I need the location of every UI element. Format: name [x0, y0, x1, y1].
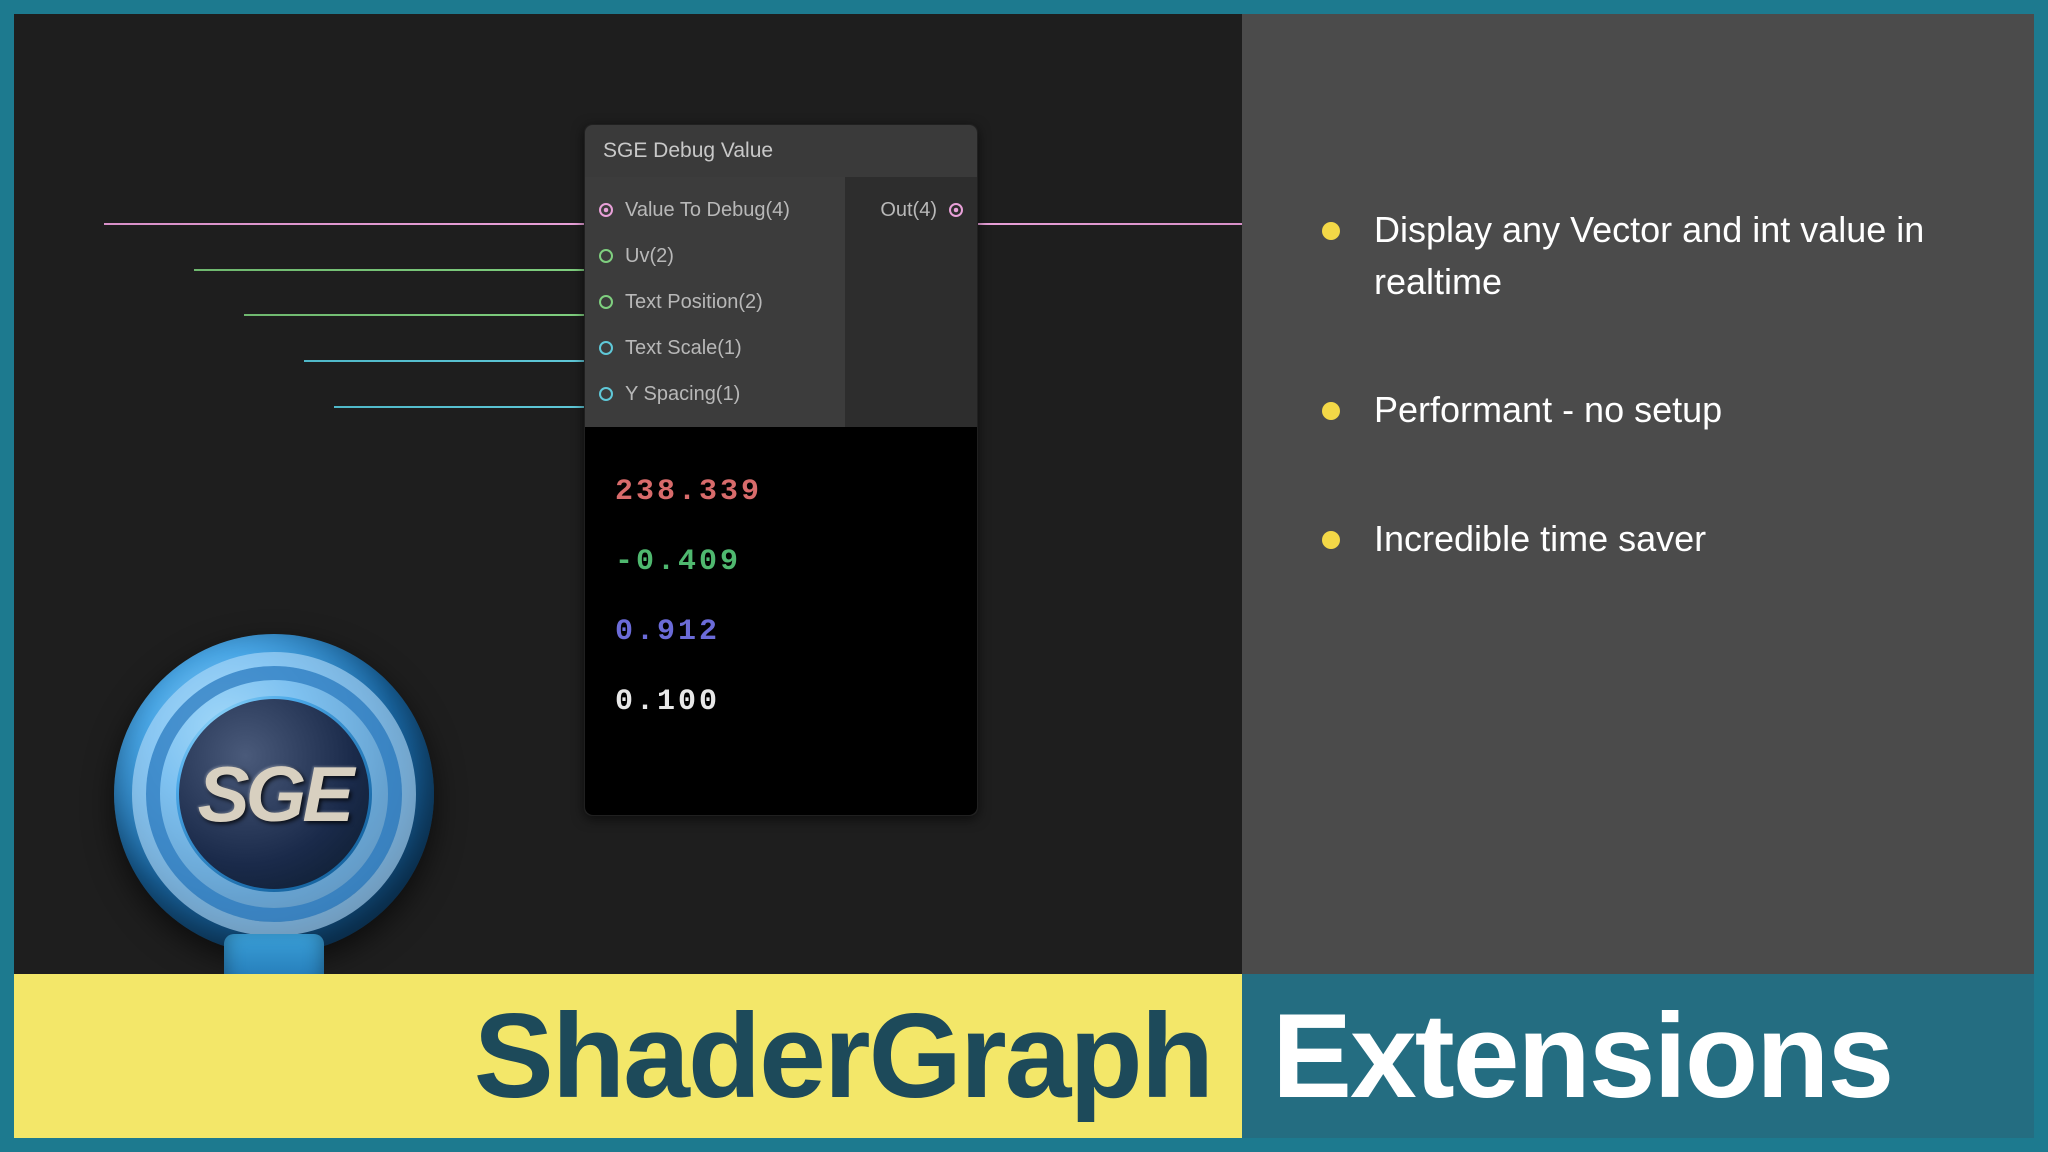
port-dot-icon[interactable] — [599, 203, 613, 217]
node-sge-debug-value[interactable]: SGE Debug Value Value To Debug(4) Uv(2) — [584, 124, 978, 816]
port-dot-icon[interactable] — [599, 295, 613, 309]
output-port-out[interactable]: Out(4) — [845, 187, 977, 233]
sge-logo: SGE — [74, 634, 474, 974]
port-label: Y Spacing(1) — [625, 383, 740, 406]
shadergraph-canvas[interactable]: SGE Debug Value Value To Debug(4) Uv(2) — [14, 14, 1242, 974]
wire-uv — [194, 269, 586, 271]
preview-value-z: 0.912 — [615, 615, 947, 649]
input-port-y-spacing[interactable]: Y Spacing(1) — [585, 371, 845, 417]
banner-left: ShaderGraph — [14, 974, 1242, 1138]
port-dot-icon[interactable] — [599, 387, 613, 401]
preview-value-y: -0.409 — [615, 545, 947, 579]
port-dot-icon[interactable] — [599, 341, 613, 355]
input-port-uv[interactable]: Uv(2) — [585, 233, 845, 279]
input-port-value-to-debug[interactable]: Value To Debug(4) — [585, 187, 845, 233]
node-title[interactable]: SGE Debug Value — [585, 125, 977, 177]
node-body: Value To Debug(4) Uv(2) Text Position(2) — [585, 177, 977, 427]
port-label: Value To Debug(4) — [625, 199, 790, 222]
port-label: Out(4) — [880, 199, 937, 222]
feature-bullet: Performant - no setup — [1322, 384, 1974, 436]
port-label: Uv(2) — [625, 245, 674, 268]
input-port-text-scale[interactable]: Text Scale(1) — [585, 325, 845, 371]
banner-word-extensions: Extensions — [1272, 987, 1892, 1125]
port-dot-icon[interactable] — [949, 203, 963, 217]
node-preview: 238.339 -0.409 0.912 0.100 — [585, 427, 977, 815]
wire-text-position — [244, 314, 586, 316]
promo-frame: SGE Debug Value Value To Debug(4) Uv(2) — [0, 0, 2048, 1152]
node-outputs: Out(4) — [845, 177, 977, 427]
input-port-text-position[interactable]: Text Position(2) — [585, 279, 845, 325]
logo-text: SGE — [179, 699, 369, 889]
wire-y-spacing — [334, 406, 586, 408]
logo-stem — [224, 934, 324, 974]
banner-right: Extensions — [1242, 974, 2034, 1138]
wire-text-scale — [304, 360, 586, 362]
port-label: Text Scale(1) — [625, 337, 742, 360]
node-inputs: Value To Debug(4) Uv(2) Text Position(2) — [585, 177, 845, 427]
feature-list-panel: Display any Vector and int value in real… — [1242, 14, 2034, 974]
feature-bullet: Display any Vector and int value in real… — [1322, 204, 1974, 308]
port-dot-icon[interactable] — [599, 249, 613, 263]
banner-word-shadergraph: ShaderGraph — [474, 987, 1212, 1125]
port-label: Text Position(2) — [625, 291, 763, 314]
wire-value-to-debug — [104, 223, 586, 225]
top-area: SGE Debug Value Value To Debug(4) Uv(2) — [14, 14, 2034, 974]
title-banner: ShaderGraph Extensions — [14, 974, 2034, 1138]
preview-value-x: 238.339 — [615, 475, 947, 509]
feature-bullets: Display any Vector and int value in real… — [1322, 204, 1974, 565]
preview-value-w: 0.100 — [615, 685, 947, 719]
logo-sphere: SGE — [114, 634, 434, 954]
wire-out — [978, 223, 1242, 225]
feature-bullet: Incredible time saver — [1322, 513, 1974, 565]
